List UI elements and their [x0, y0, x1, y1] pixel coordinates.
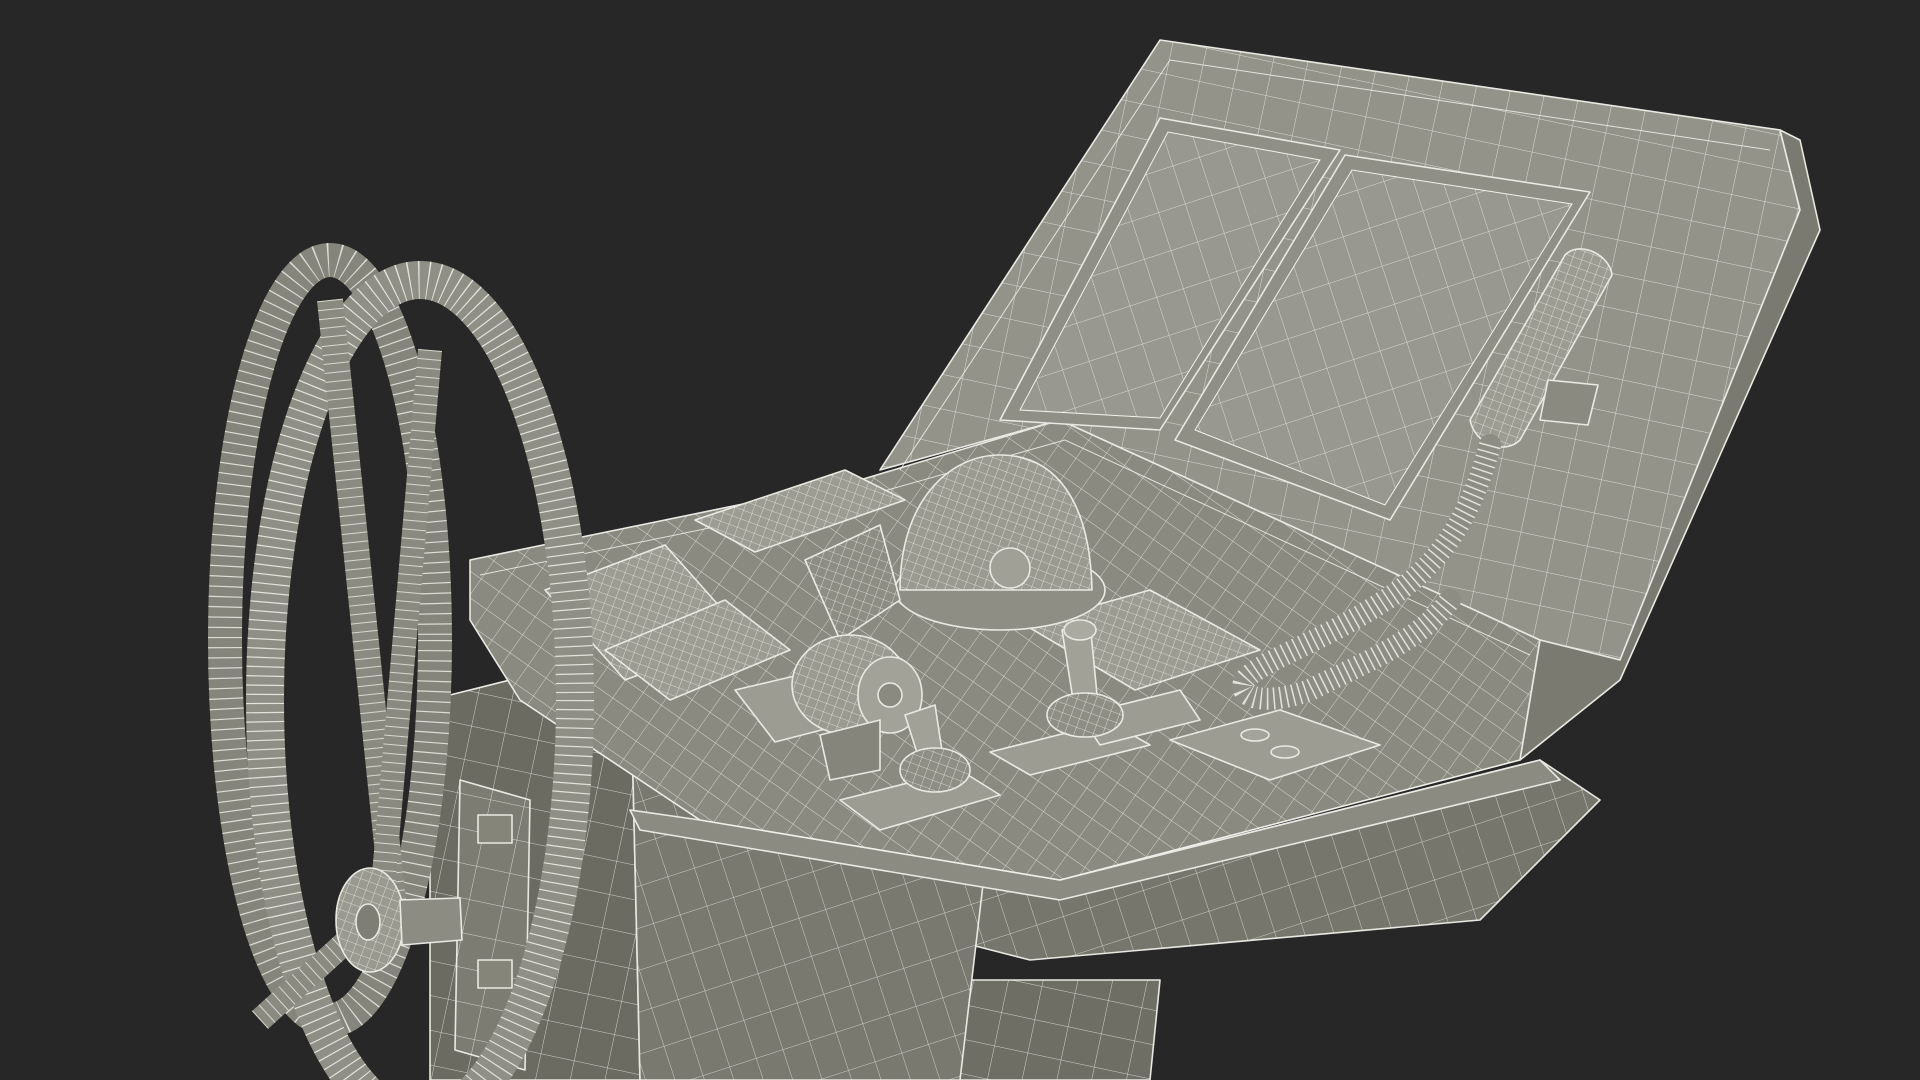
- viewport-3d[interactable]: [0, 0, 1920, 1080]
- wireframe-render: [208, 39, 1821, 1080]
